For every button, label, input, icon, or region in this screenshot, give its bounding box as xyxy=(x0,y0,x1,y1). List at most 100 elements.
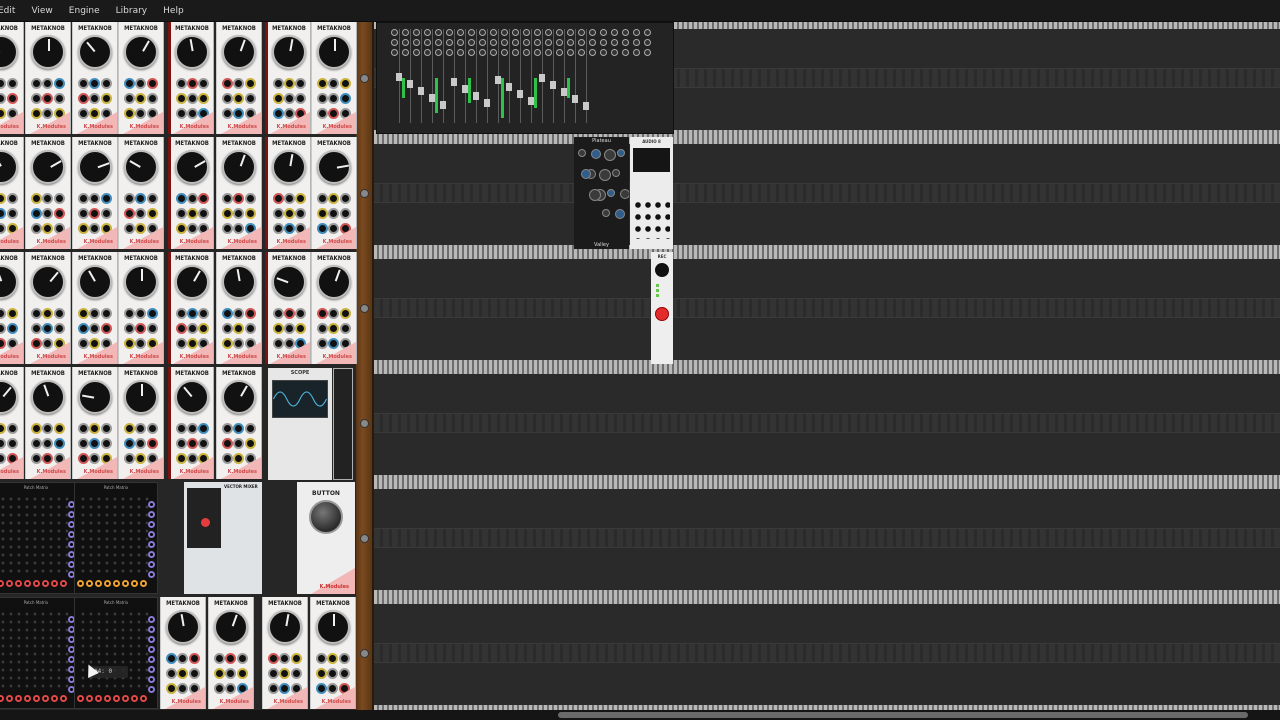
mixer-knob[interactable] xyxy=(523,39,530,46)
mixer-fader[interactable] xyxy=(451,78,457,86)
jack-port[interactable] xyxy=(273,208,284,219)
mixer-knob[interactable] xyxy=(600,29,607,36)
jack-port[interactable] xyxy=(146,78,158,89)
plateau-knob[interactable] xyxy=(599,169,611,181)
jack-port[interactable] xyxy=(273,308,284,319)
jack-port[interactable] xyxy=(177,653,189,664)
jack-port[interactable] xyxy=(188,653,200,664)
jack-port[interactable] xyxy=(31,78,43,89)
jack-port[interactable] xyxy=(124,93,136,104)
jack-port[interactable] xyxy=(295,78,306,89)
jack-port[interactable] xyxy=(187,93,198,104)
mixer-knob[interactable] xyxy=(556,49,563,56)
jack-port[interactable] xyxy=(124,323,136,334)
jack-port[interactable] xyxy=(339,323,351,334)
jack-port[interactable] xyxy=(42,438,54,449)
jack-port[interactable] xyxy=(95,695,102,702)
mixer-knob[interactable] xyxy=(534,39,541,46)
jack-port[interactable] xyxy=(53,193,65,204)
jack-port[interactable] xyxy=(33,695,40,702)
metaknob-module[interactable]: METAKNOB K.Modules xyxy=(168,22,214,134)
jack-port[interactable] xyxy=(89,208,101,219)
mixer-knob[interactable] xyxy=(611,49,618,56)
plateau-knob[interactable] xyxy=(578,149,586,157)
jack-port[interactable] xyxy=(60,580,67,587)
metaknob-knob[interactable] xyxy=(272,150,306,184)
jack-port[interactable] xyxy=(31,438,43,449)
jack-port[interactable] xyxy=(135,308,147,319)
jack-port[interactable] xyxy=(222,93,234,104)
metaknob-module[interactable]: METAKNOB K.Modules xyxy=(311,137,357,249)
metaknob-module[interactable]: METAKNOB K.Modules xyxy=(265,22,311,134)
jack-port[interactable] xyxy=(284,308,295,319)
jack-port[interactable] xyxy=(148,666,155,673)
metaknob-knob[interactable] xyxy=(317,35,351,69)
plateau-knob[interactable] xyxy=(589,189,601,201)
jack-port[interactable] xyxy=(146,208,158,219)
jack-port[interactable] xyxy=(290,668,302,679)
jack-port[interactable] xyxy=(198,78,209,89)
jack-port[interactable] xyxy=(6,323,18,334)
metaknob-knob[interactable] xyxy=(317,265,351,299)
push-button[interactable] xyxy=(309,500,343,534)
jack-port[interactable] xyxy=(42,78,54,89)
jack-port[interactable] xyxy=(0,193,7,204)
mixer-fader[interactable] xyxy=(484,99,490,107)
jack-port[interactable] xyxy=(148,616,155,623)
jack-port[interactable] xyxy=(0,323,7,334)
mixer-knob[interactable] xyxy=(402,39,409,46)
jack-port[interactable] xyxy=(148,571,155,578)
jack-port[interactable] xyxy=(100,438,112,449)
mixer-knob[interactable] xyxy=(567,49,574,56)
mixer-knob[interactable] xyxy=(567,39,574,46)
jack-port[interactable] xyxy=(244,323,256,334)
mixer-knob[interactable] xyxy=(622,39,629,46)
mixer-fader[interactable] xyxy=(550,81,556,89)
mixer-knob[interactable] xyxy=(633,29,640,36)
mixer-knob[interactable] xyxy=(490,29,497,36)
menu-engine[interactable]: Engine xyxy=(69,6,100,16)
jack-port[interactable] xyxy=(176,78,187,89)
metaknob-module[interactable]: METAKNOB K.Modules xyxy=(262,597,308,709)
metaknob-module[interactable]: METAKNOB K.Modules xyxy=(216,367,262,479)
jack-port[interactable] xyxy=(146,438,158,449)
patch-matrix-module[interactable]: Patch Matrix xyxy=(74,482,158,594)
mixer-knob[interactable] xyxy=(622,49,629,56)
patch-matrix-grid[interactable] xyxy=(0,610,73,690)
jack-port[interactable] xyxy=(244,193,256,204)
metaknob-knob[interactable] xyxy=(222,380,256,414)
jack-port[interactable] xyxy=(6,308,18,319)
jack-port[interactable] xyxy=(148,511,155,518)
metaknob-knob[interactable] xyxy=(124,35,158,69)
patch-matrix-grid[interactable] xyxy=(0,495,73,575)
jack-port[interactable] xyxy=(233,423,245,434)
jack-port[interactable] xyxy=(233,208,245,219)
metaknob-module[interactable]: METAKNOB K.Modules xyxy=(118,252,164,364)
jack-port[interactable] xyxy=(198,423,209,434)
jack-port[interactable] xyxy=(31,423,43,434)
metaknob-knob[interactable] xyxy=(166,610,200,644)
metaknob-module[interactable]: METAKNOB K.Modules xyxy=(311,252,357,364)
mixer-knob[interactable] xyxy=(457,39,464,46)
mixer-knob[interactable] xyxy=(644,29,651,36)
mixer-fader[interactable] xyxy=(418,87,424,95)
metaknob-knob[interactable] xyxy=(124,150,158,184)
mixer-knob[interactable] xyxy=(600,49,607,56)
jack-port[interactable] xyxy=(89,78,101,89)
jack-port[interactable] xyxy=(187,308,198,319)
metaknob-module[interactable]: METAKNOB K.Modules xyxy=(216,252,262,364)
jack-port[interactable] xyxy=(198,308,209,319)
metaknob-knob[interactable] xyxy=(31,150,65,184)
metaknob-knob[interactable] xyxy=(317,150,351,184)
mixer-fader[interactable] xyxy=(583,102,589,110)
jack-port[interactable] xyxy=(53,208,65,219)
plateau-knob[interactable] xyxy=(591,149,601,159)
mixer-knob[interactable] xyxy=(391,39,398,46)
mixer-fader[interactable] xyxy=(506,83,512,91)
metaknob-knob[interactable] xyxy=(222,265,256,299)
jack-port[interactable] xyxy=(225,653,237,664)
jack-port[interactable] xyxy=(78,208,90,219)
jack-port[interactable] xyxy=(89,308,101,319)
mixer-knob[interactable] xyxy=(578,39,585,46)
metaknob-knob[interactable] xyxy=(222,150,256,184)
